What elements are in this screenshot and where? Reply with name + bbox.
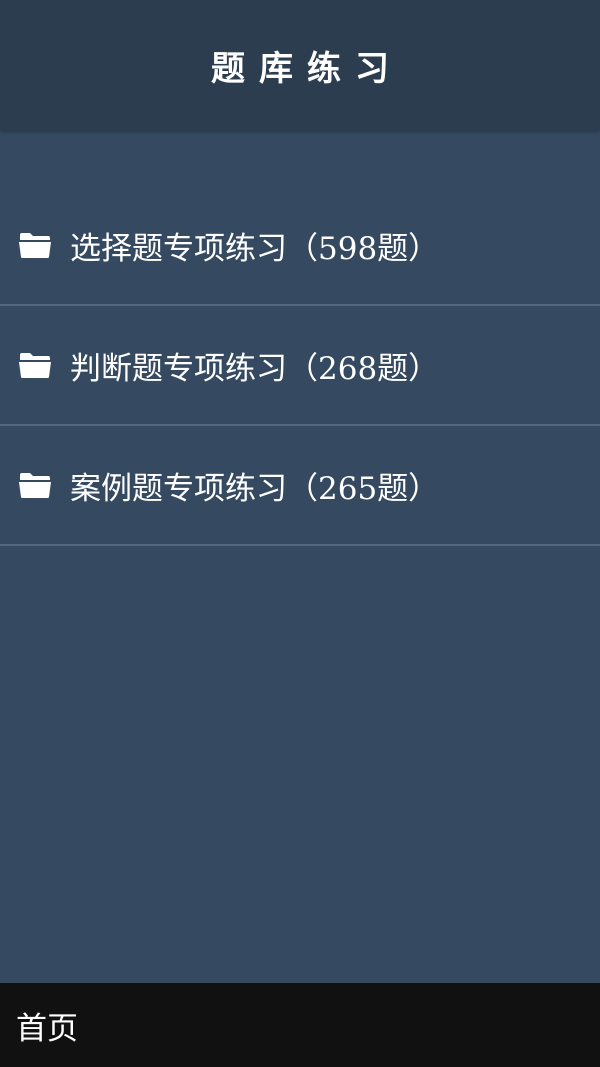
list-item-true-false[interactable]: 判断题专项练习（268题） <box>0 306 600 426</box>
page-title: 题库练习 <box>211 48 403 89</box>
bottom-bar: 首页 <box>0 983 600 1067</box>
list-item-case[interactable]: 案例题专项练习（265题） <box>0 426 600 546</box>
list-item-label: 选择题专项练习（598题） <box>70 230 440 267</box>
list-item-choice[interactable]: 选择题专项练习（598题） <box>0 186 600 306</box>
list-item-label: 案例题专项练习（265题） <box>70 470 440 507</box>
list-item-label: 判断题专项练习（268题） <box>70 350 440 387</box>
home-button[interactable]: 首页 <box>16 1003 78 1048</box>
practice-list: 选择题专项练习（598题） 判断题专项练习（268题） 案例题专项练习（265题… <box>0 186 600 546</box>
folder-icon <box>18 231 52 259</box>
folder-icon <box>18 471 52 499</box>
app-screen: 题库练习 选择题专项练习（598题） 判断题专项练习（268题） 案例题专项练习… <box>0 0 600 1067</box>
header-bar: 题库练习 <box>0 0 600 130</box>
folder-icon <box>18 351 52 379</box>
